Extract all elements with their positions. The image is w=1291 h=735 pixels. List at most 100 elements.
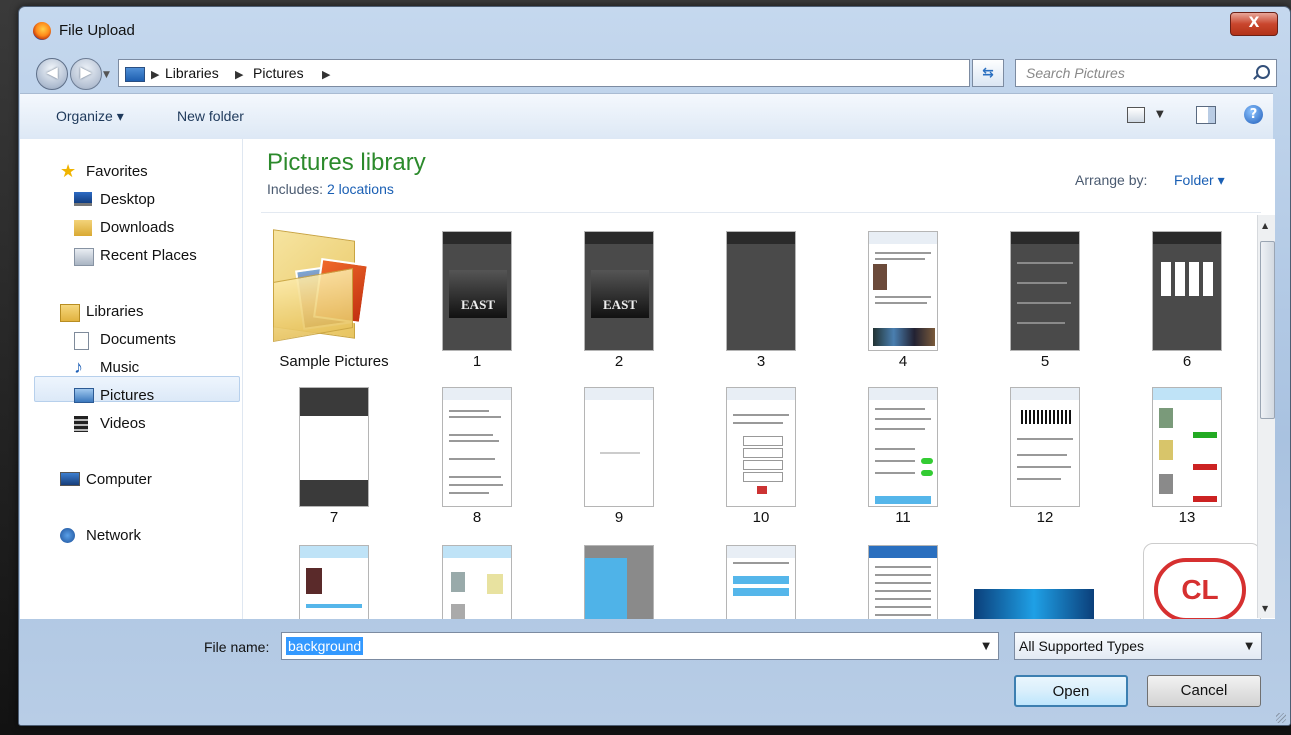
image-thumbnail (726, 387, 796, 507)
item-image-12[interactable]: 12 (974, 375, 1116, 526)
image-thumbnail (442, 545, 512, 619)
item-image-20[interactable]: CL (1123, 531, 1265, 619)
item-image-8[interactable]: 8 (406, 375, 548, 526)
image-thumbnail (868, 231, 938, 351)
forward-button[interactable]: ▶ (70, 58, 102, 90)
library-title: Pictures library (267, 149, 426, 176)
item-label: Sample Pictures (279, 353, 389, 370)
item-image-16[interactable] (548, 531, 690, 619)
back-arrow-icon: ◀ (46, 63, 58, 81)
item-image-17[interactable] (690, 531, 832, 619)
filetype-value: All Supported Types (1019, 638, 1145, 654)
item-label: 8 (472, 509, 482, 526)
item-image-10[interactable]: 10 (690, 375, 832, 526)
navigation-bar: ◀ ▶ ▼ ▶ Libraries ▶ Pictures ▶ ▼ ⇆ (19, 53, 1290, 93)
item-image-11[interactable]: 11 (832, 375, 974, 526)
filename-dropdown-icon[interactable]: ▼ (982, 641, 990, 652)
back-button[interactable]: ◀ (36, 58, 68, 90)
item-label: 1 (472, 353, 482, 370)
search-box[interactable] (1015, 59, 1277, 87)
header-divider (261, 212, 1261, 213)
libraries-icon (60, 304, 80, 322)
sidebar-label: Computer (86, 471, 152, 488)
filetype-select[interactable]: All Supported Types ▼ (1014, 632, 1262, 660)
filename-value[interactable]: background (286, 637, 364, 655)
item-label: 10 (752, 509, 770, 526)
resize-grip[interactable] (1276, 713, 1286, 723)
image-thumbnail (299, 545, 369, 619)
item-image-9[interactable]: 9 (548, 375, 690, 526)
downloads-icon (74, 220, 92, 236)
filetype-dropdown-icon[interactable]: ▼ (1245, 641, 1253, 652)
image-thumbnail (1152, 387, 1222, 507)
file-list-pane: Pictures library Includes: 2 locations A… (243, 139, 1275, 619)
breadcrumb-libraries[interactable]: Libraries (165, 65, 219, 81)
item-image-3[interactable]: 3 (690, 225, 832, 375)
organize-button[interactable]: Organize ▾ (56, 108, 124, 125)
sidebar-label: Libraries (86, 303, 144, 320)
navigation-pane: ★ Favorites Desktop Downloads Recent Pla… (20, 139, 243, 619)
preview-pane-icon[interactable] (1196, 106, 1216, 124)
open-button[interactable]: Open (1014, 675, 1128, 707)
image-thumbnail: CL (1143, 543, 1261, 619)
folder-icon (273, 229, 369, 343)
image-thumbnail (726, 231, 796, 351)
image-thumbnail (868, 545, 938, 619)
close-button[interactable]: X (1230, 12, 1278, 36)
item-image-19[interactable] (974, 531, 1116, 619)
music-icon: ♪ (74, 357, 83, 377)
image-thumbnail (726, 545, 796, 619)
recent-pages-dropdown-icon[interactable]: ▼ (103, 70, 110, 80)
breadcrumb-separator-icon[interactable]: ▶ (235, 68, 243, 81)
new-folder-button[interactable]: New folder (177, 108, 244, 124)
includes-label: Includes: (267, 181, 324, 197)
view-options-dropdown-icon[interactable]: ▼ (1156, 109, 1164, 120)
item-label: 9 (614, 509, 624, 526)
forward-arrow-icon: ▶ (80, 63, 92, 81)
search-input[interactable] (1016, 60, 1266, 86)
item-sample-pictures[interactable]: Sample Pictures (263, 225, 405, 375)
item-image-15[interactable] (406, 531, 548, 619)
file-upload-dialog: File Upload X ◀ ▶ ▼ ▶ Libraries ▶ Pictur… (18, 6, 1291, 726)
image-thumbnail: EAST (584, 231, 654, 351)
filename-input[interactable]: background ▼ (281, 632, 999, 660)
recent-places-icon (74, 248, 94, 266)
item-label: 12 (1036, 509, 1054, 526)
pictures-folder-icon (125, 67, 145, 82)
item-image-13[interactable]: 13 (1116, 375, 1258, 526)
item-image-14[interactable] (263, 531, 405, 619)
item-image-5[interactable]: 5 (974, 225, 1116, 375)
item-image-4[interactable]: 4 (832, 225, 974, 375)
item-label: 3 (756, 353, 766, 370)
title-bar: File Upload X (19, 7, 1290, 53)
item-image-7[interactable]: 7 (263, 375, 405, 526)
item-image-1[interactable]: EAST 1 (406, 225, 548, 375)
cancel-button[interactable]: Cancel (1147, 675, 1261, 707)
sidebar-label: Music (100, 359, 140, 376)
locations-link[interactable]: 2 locations (327, 181, 394, 197)
breadcrumb-separator-icon[interactable]: ▶ (322, 68, 330, 81)
window-title: File Upload (59, 22, 135, 39)
item-image-6[interactable]: 6 (1116, 225, 1258, 375)
change-view-icon[interactable] (1127, 107, 1145, 123)
search-icon[interactable] (1256, 65, 1270, 79)
breadcrumb-separator-icon[interactable]: ▶ (151, 68, 159, 81)
scrollbar-thumb[interactable] (1260, 241, 1275, 419)
refresh-button[interactable]: ⇆ (972, 59, 1004, 87)
arrange-by-dropdown[interactable]: Folder ▾ (1174, 172, 1225, 189)
scroll-up-icon[interactable]: ▲ (1262, 221, 1268, 230)
vertical-scrollbar[interactable]: ▲ ▼ (1257, 215, 1275, 618)
item-image-18[interactable] (832, 531, 974, 619)
image-thumbnail (1152, 231, 1222, 351)
scroll-down-icon[interactable]: ▼ (1262, 604, 1268, 613)
address-bar[interactable]: ▶ Libraries ▶ Pictures ▶ ▼ (118, 59, 1067, 87)
firefox-icon (33, 22, 51, 40)
sidebar-label: Pictures (100, 387, 155, 404)
cl-logo-icon: CL (1154, 558, 1246, 619)
item-image-2[interactable]: EAST 2 (548, 225, 690, 375)
help-icon[interactable]: ? (1244, 105, 1263, 124)
dialog-footer: File name: background ▼ All Supported Ty… (19, 619, 1290, 727)
arrange-by-label: Arrange by: (1075, 172, 1148, 188)
image-thumbnail (868, 387, 938, 507)
breadcrumb-pictures[interactable]: Pictures (253, 65, 304, 81)
